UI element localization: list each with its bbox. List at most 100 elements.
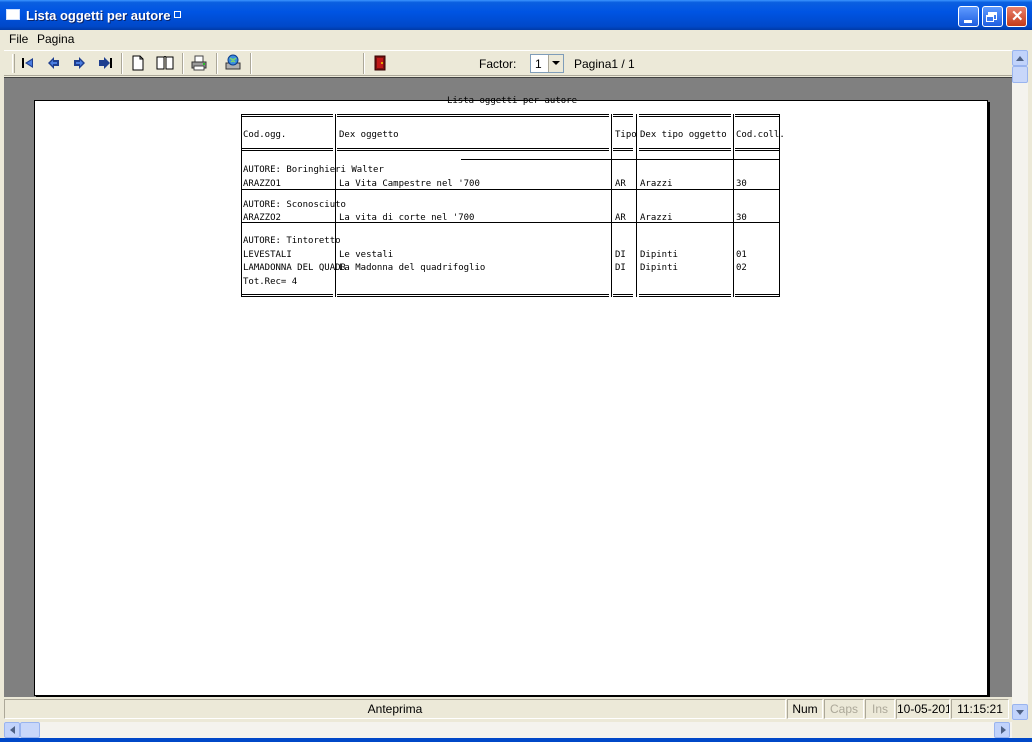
restore-icon-back bbox=[986, 15, 994, 22]
table-cell: Dipinti bbox=[640, 263, 678, 273]
status-bar: Anteprima Num Caps Ins 10-05-2016 11:15:… bbox=[4, 698, 1012, 720]
header-rule bbox=[735, 148, 779, 151]
status-date: 10-05-2016 bbox=[896, 699, 950, 719]
vertical-scroll-thumb[interactable] bbox=[1012, 66, 1028, 83]
group-author: AUTORE: Tintoretto bbox=[243, 236, 341, 246]
toolbar-separator bbox=[363, 53, 365, 74]
minimize-button[interactable] bbox=[958, 6, 979, 27]
export-icon[interactable] bbox=[223, 54, 243, 72]
table-cell: 30 bbox=[736, 179, 747, 189]
factor-select[interactable]: 1 bbox=[530, 54, 564, 73]
exit-door-icon[interactable] bbox=[370, 54, 390, 72]
arrow-down-icon bbox=[1016, 710, 1024, 715]
window-title-text: Lista oggetti per autore bbox=[26, 8, 171, 23]
status-ins: Ins bbox=[865, 699, 895, 719]
toolbar-separator bbox=[250, 53, 252, 74]
preview-area[interactable]: Lista oggetti per autore Cod.ogg. Dex og… bbox=[4, 77, 1012, 697]
factor-value: 1 bbox=[535, 57, 542, 71]
status-mode: Anteprima bbox=[4, 699, 786, 719]
table-cell: La Vita Campestre nel '700 bbox=[339, 179, 480, 189]
status-time: 11:15:21 bbox=[951, 699, 1009, 719]
last-page-icon[interactable] bbox=[95, 54, 115, 72]
menu-file[interactable]: File bbox=[9, 32, 28, 46]
table-cell: DI bbox=[615, 250, 626, 260]
group-rule bbox=[241, 189, 779, 190]
group-rule bbox=[461, 159, 779, 160]
horizontal-scroll-thumb[interactable] bbox=[20, 722, 40, 738]
page-indicator: Pagina1 / 1 bbox=[574, 57, 635, 71]
table-cell: DI bbox=[615, 263, 626, 273]
app-window-icon[interactable] bbox=[6, 9, 20, 20]
window-title: Lista oggetti per autore bbox=[26, 8, 182, 23]
window-bottom-border bbox=[0, 738, 1032, 742]
close-icon: ✕ bbox=[1011, 8, 1024, 25]
print-icon[interactable] bbox=[189, 54, 209, 72]
horizontal-scrollbar[interactable] bbox=[4, 722, 1012, 738]
footer-rule bbox=[735, 294, 779, 297]
close-button[interactable]: ✕ bbox=[1006, 6, 1027, 27]
chevron-down-icon[interactable] bbox=[548, 55, 563, 72]
table-cell: ARAZZO1 bbox=[243, 179, 281, 189]
column-header: Dex oggetto bbox=[339, 130, 399, 140]
scroll-left-button[interactable] bbox=[4, 722, 20, 738]
header-rule bbox=[241, 114, 333, 117]
column-line bbox=[733, 114, 734, 297]
column-header: Tipo bbox=[615, 130, 637, 140]
header-rule bbox=[613, 148, 633, 151]
arrow-left-icon bbox=[10, 726, 15, 734]
title-status-mark bbox=[174, 11, 182, 18]
table-cell: LEVESTALI bbox=[243, 250, 292, 260]
column-header: Cod.ogg. bbox=[243, 130, 287, 140]
prev-page-icon[interactable] bbox=[44, 54, 64, 72]
next-page-icon[interactable] bbox=[69, 54, 89, 72]
header-rule bbox=[639, 148, 731, 151]
group-author: AUTORE: Boringhieri Walter bbox=[243, 165, 384, 175]
table-cell: AR bbox=[615, 213, 626, 223]
footer-rule bbox=[639, 294, 731, 297]
table-cell: 01 bbox=[736, 250, 747, 260]
scroll-right-button[interactable] bbox=[994, 722, 1010, 738]
column-header: Cod.coll. bbox=[736, 130, 785, 140]
header-rule bbox=[337, 114, 609, 117]
menu-bar: File Pagina bbox=[0, 30, 1032, 49]
arrow-up-icon bbox=[1016, 56, 1024, 61]
two-pages-icon[interactable] bbox=[155, 54, 175, 72]
status-num: Num bbox=[787, 699, 823, 719]
restore-button[interactable] bbox=[982, 6, 1003, 27]
header-rule bbox=[241, 148, 333, 151]
table-cell: Dipinti bbox=[640, 250, 678, 260]
report-title: Lista oggetti per autore bbox=[446, 96, 578, 106]
column-line bbox=[779, 114, 780, 297]
footer-rule bbox=[241, 294, 333, 297]
table-cell: Arazzi bbox=[640, 179, 673, 189]
menu-pagina[interactable]: Pagina bbox=[37, 32, 74, 46]
toolbar-separator bbox=[182, 53, 184, 74]
table-cell: Le vestali bbox=[339, 250, 394, 260]
minimize-icon bbox=[964, 20, 972, 23]
column-line bbox=[241, 114, 242, 297]
table-cell: 02 bbox=[736, 263, 747, 273]
single-page-icon[interactable] bbox=[128, 54, 148, 72]
column-line bbox=[611, 114, 612, 297]
record-total: Tot.Rec= 4 bbox=[243, 277, 298, 287]
first-page-icon[interactable] bbox=[18, 54, 38, 72]
table-cell: Arazzi bbox=[640, 213, 673, 223]
arrow-right-icon bbox=[1001, 726, 1006, 734]
app-window: Lista oggetti per autore ✕ File Pagina F… bbox=[0, 0, 1032, 742]
scroll-down-button[interactable] bbox=[1012, 704, 1028, 720]
table-cell: LAMADONNA DEL QUADR bbox=[243, 263, 346, 273]
table-cell: ARAZZO2 bbox=[243, 213, 281, 223]
preview-toolbar: Factor: 1 Pagina1 / 1 bbox=[4, 50, 1012, 76]
toolbar-grip[interactable] bbox=[12, 54, 15, 73]
column-header: Dex tipo oggetto bbox=[640, 130, 727, 140]
table-cell: AR bbox=[615, 179, 626, 189]
report-page: Lista oggetti per autore Cod.ogg. Dex og… bbox=[34, 96, 988, 696]
table-cell: La vita di corte nel '700 bbox=[339, 213, 475, 223]
footer-rule bbox=[613, 294, 633, 297]
status-caps: Caps bbox=[824, 699, 864, 719]
title-bar[interactable]: Lista oggetti per autore ✕ bbox=[0, 0, 1032, 30]
table-cell: La Madonna del quadrifoglio bbox=[339, 263, 486, 273]
footer-rule bbox=[337, 294, 609, 297]
vertical-scrollbar[interactable] bbox=[1012, 50, 1028, 720]
scroll-up-button[interactable] bbox=[1012, 50, 1028, 66]
